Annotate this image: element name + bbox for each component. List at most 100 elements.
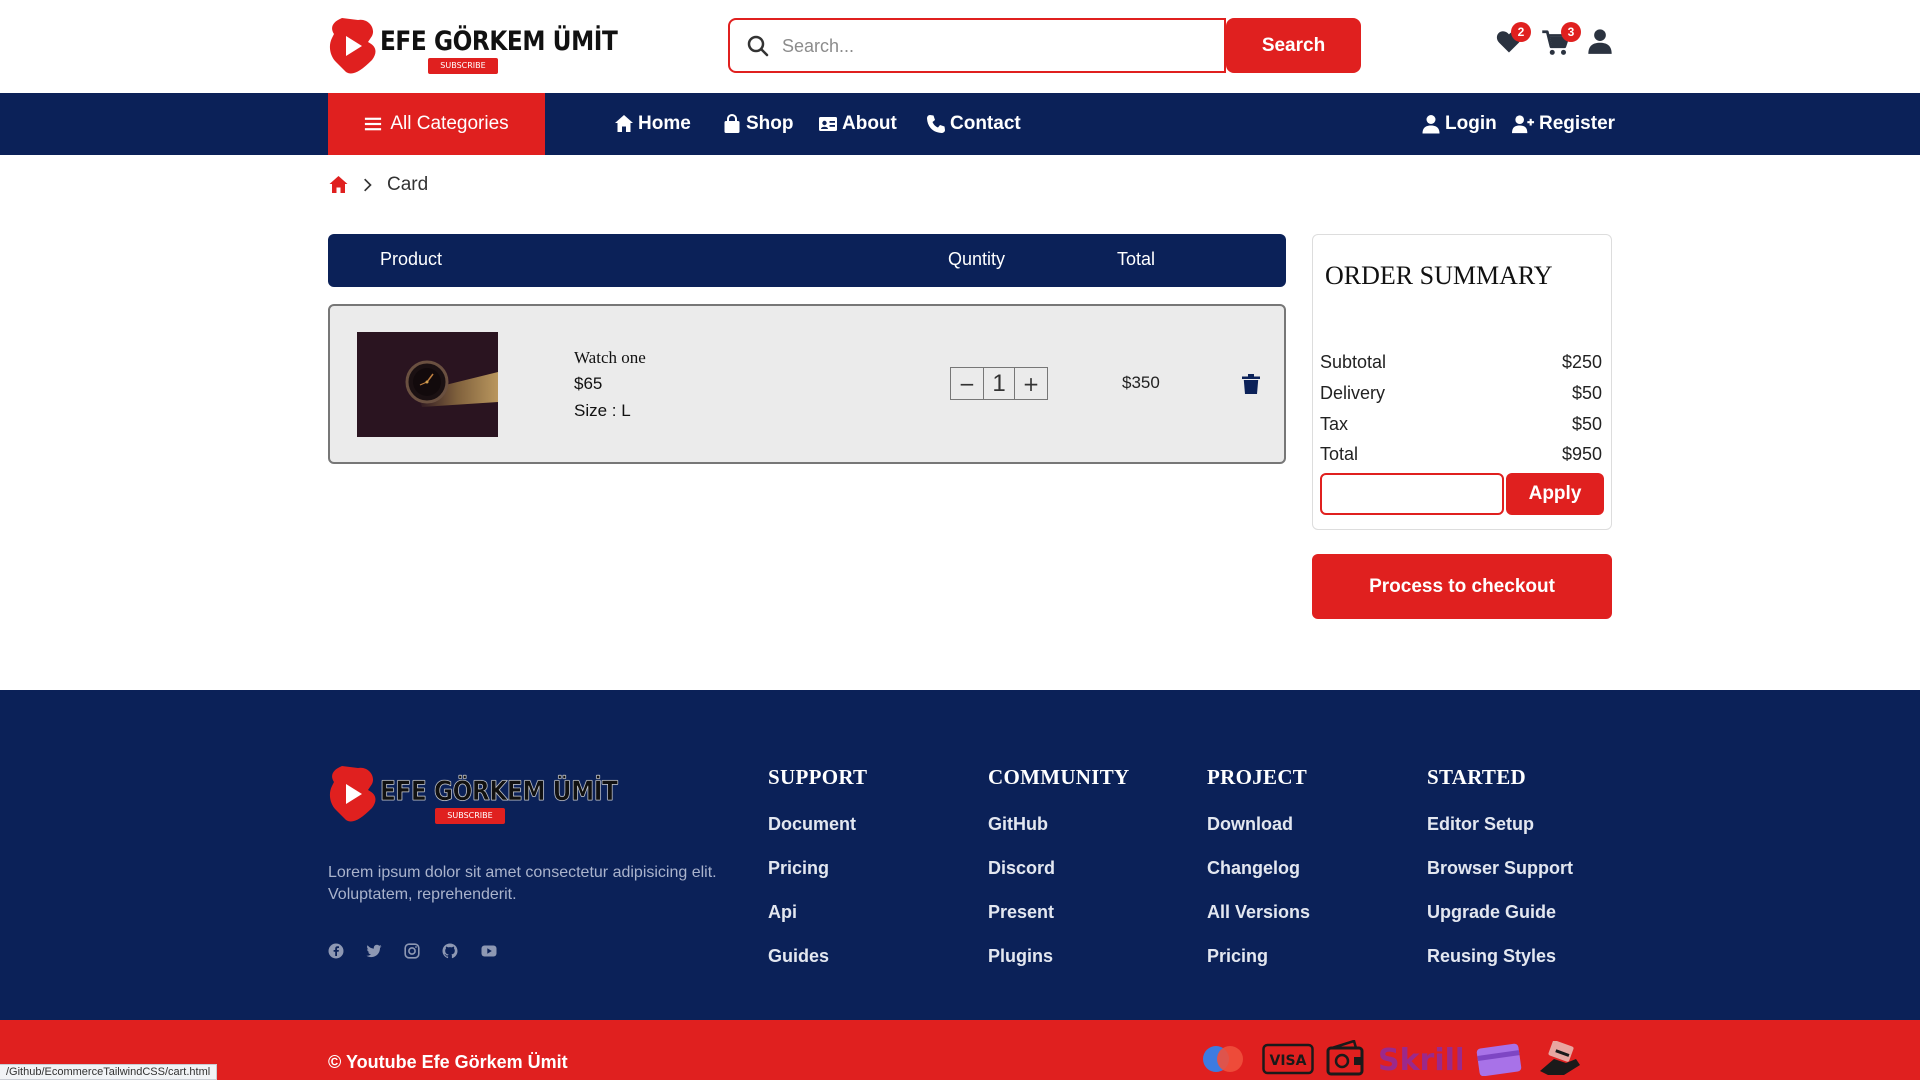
footer-link[interactable]: All Versions (1207, 902, 1310, 925)
payment-hand-icon (1540, 1041, 1580, 1075)
search-button[interactable]: Search (1226, 18, 1361, 73)
copyright-text: © Youtube Efe Görkem Ümit (328, 1052, 568, 1072)
nav-home[interactable]: Home (614, 93, 691, 155)
home-icon (615, 115, 633, 132)
total-label: Total (1320, 444, 1359, 464)
footer-link[interactable]: Document (768, 814, 867, 837)
footer-col-started: STARTED Editor Setup Browser Support Upg… (1427, 765, 1573, 990)
social-links (328, 943, 498, 959)
footer-link[interactable]: Plugins (988, 946, 1130, 969)
footer-col-title: STARTED (1427, 765, 1526, 789)
header-total: Total (1117, 249, 1156, 269)
user-icon (1422, 115, 1440, 134)
all-categories-label: All Categories (390, 113, 509, 134)
product-size: Size : L (574, 401, 631, 420)
user-plus-icon (1512, 115, 1535, 134)
login-label: Login (1445, 113, 1497, 134)
payment-methods: VISA Skrill (1196, 1040, 1582, 1078)
decrease-quantity-button[interactable]: − (951, 368, 983, 399)
footer-link[interactable]: Reusing Styles (1427, 946, 1573, 969)
summary-subtotal: Subtotal $250 (1320, 352, 1602, 373)
visa-icon: VISA (1262, 1043, 1314, 1075)
footer-link[interactable]: Download (1207, 814, 1310, 837)
github-icon[interactable] (442, 943, 458, 959)
increase-quantity-button[interactable]: + (1015, 368, 1047, 399)
search-input[interactable] (782, 29, 1202, 63)
register-link[interactable]: Register (1512, 93, 1615, 155)
site-header: EFE GÖRKEM ÜMİT SUBSCRIBE Search 2 3 (0, 0, 1920, 93)
footer-col-title: COMMUNITY (988, 765, 1130, 789)
register-label: Register (1539, 113, 1616, 134)
product-name[interactable]: Watch one (574, 348, 646, 368)
footer-bottom-bar (0, 1020, 1920, 1080)
footer-link[interactable]: Upgrade Guide (1427, 902, 1573, 925)
footer-link[interactable]: GitHub (988, 814, 1130, 837)
footer-link[interactable]: Browser Support (1427, 858, 1573, 881)
summary-title: ORDER SUMMARY (1325, 261, 1553, 290)
brand-name: EFE GÖRKEM ÜMİT (380, 26, 618, 57)
subscribe-badge: SUBSCRIBE (428, 58, 498, 74)
facebook-icon[interactable] (328, 943, 344, 959)
youtube-icon[interactable] (480, 943, 498, 959)
total-value: $950 (1561, 444, 1602, 464)
nav-about[interactable]: About (818, 93, 897, 155)
cart-button[interactable]: 3 (1541, 22, 1581, 60)
mastercard-icon (1203, 1046, 1243, 1072)
brand-logo[interactable]: EFE GÖRKEM ÜMİT SUBSCRIBE (328, 14, 618, 76)
instagram-icon[interactable] (404, 943, 420, 959)
footer-link[interactable]: Pricing (1207, 946, 1310, 969)
breadcrumb-current: Card (387, 174, 429, 195)
cart-table-header: Product Quntity Total (328, 234, 1286, 287)
nav-home-label: Home (638, 113, 691, 134)
search-box (728, 18, 1226, 73)
subtotal-label: Subtotal (1320, 352, 1387, 372)
wishlist-button[interactable]: 2 (1495, 22, 1531, 60)
main-nav: All Categories Home Shop About Contact L… (0, 93, 1920, 155)
nav-shop[interactable]: Shop (722, 93, 794, 155)
item-total: $350 (1122, 373, 1160, 392)
phone-icon (927, 115, 945, 133)
order-summary: ORDER SUMMARY Subtotal $250 Delivery $50… (1312, 234, 1612, 530)
site-footer (0, 690, 1920, 1020)
product-image[interactable] (357, 332, 498, 437)
coupon-input[interactable] (1320, 473, 1504, 515)
footer-brand-name: EFE GÖRKEM ÜMİT (380, 776, 618, 808)
nav-contact[interactable]: Contact (926, 93, 1021, 155)
home-icon[interactable] (328, 175, 349, 195)
quantity-value[interactable]: 1 (983, 368, 1015, 399)
footer-link[interactable]: Changelog (1207, 858, 1310, 881)
delivery-value: $50 (1571, 383, 1602, 403)
breadcrumb: Card (328, 173, 428, 197)
quantity-stepper: − 1 + (950, 367, 1048, 400)
watch-image (357, 332, 498, 437)
play-logo-icon (329, 18, 376, 74)
chevron-right-icon (364, 178, 372, 192)
shopping-bag-icon (724, 114, 740, 133)
footer-link[interactable]: Api (768, 902, 867, 925)
menu-icon (365, 117, 382, 131)
footer-link[interactable]: Editor Setup (1427, 814, 1573, 837)
tax-label: Tax (1320, 414, 1349, 434)
footer-link[interactable]: Guides (768, 946, 867, 969)
summary-delivery: Delivery $50 (1320, 383, 1602, 404)
footer-link[interactable]: Present (988, 902, 1130, 925)
header-quantity: Quntity (948, 249, 1006, 269)
all-categories-button[interactable]: All Categories (328, 93, 545, 155)
footer-logo[interactable]: EFE GÖRKEM ÜMİT SUBSCRIBE (328, 762, 618, 828)
footer-col-support: SUPPORT Document Pricing Api Guides (768, 765, 867, 990)
wishlist-count-badge: 2 (1511, 22, 1531, 42)
account-button[interactable] (1586, 26, 1620, 60)
nav-shop-label: Shop (746, 113, 794, 134)
search-icon (747, 35, 769, 57)
product-price: $65 (574, 374, 603, 393)
footer-link[interactable]: Pricing (768, 858, 867, 881)
footer-link[interactable]: Discord (988, 858, 1130, 881)
checkout-button[interactable]: Process to checkout (1312, 554, 1612, 619)
twitter-icon[interactable] (366, 943, 382, 959)
nav-about-label: About (842, 113, 897, 134)
cart-count-badge: 3 (1561, 22, 1581, 42)
apply-coupon-button[interactable]: Apply (1506, 473, 1604, 515)
trash-icon[interactable] (1242, 374, 1260, 394)
login-link[interactable]: Login (1421, 93, 1497, 155)
footer-col-project: PROJECT Download Changelog All Versions … (1207, 765, 1310, 990)
